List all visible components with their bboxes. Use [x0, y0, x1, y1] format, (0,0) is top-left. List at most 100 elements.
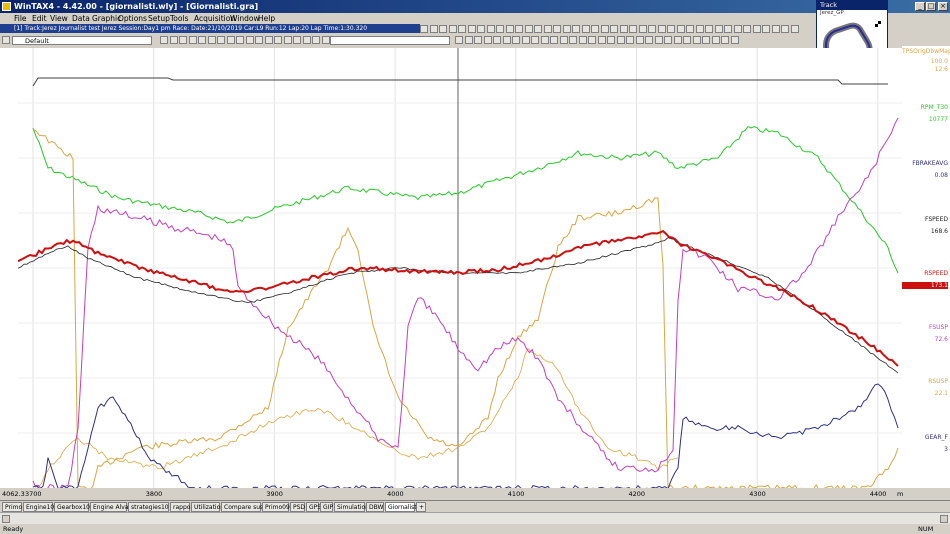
toolbar-button[interactable]	[188, 36, 197, 44]
toolbar-button[interactable]	[648, 25, 656, 33]
toolbar-button[interactable]	[724, 25, 732, 33]
toolbar-button[interactable]	[667, 25, 675, 33]
menu-tools[interactable]: Tools	[170, 13, 188, 24]
toolbar-button[interactable]	[505, 25, 514, 33]
menu-help[interactable]: Help	[258, 13, 275, 24]
tab-utilization[interactable]: Utilization	[191, 502, 224, 512]
menu-view[interactable]: View	[50, 13, 68, 24]
toolbar-button[interactable]	[664, 36, 672, 44]
toolbar-button[interactable]	[610, 25, 618, 33]
toolbar-button[interactable]	[676, 25, 685, 33]
toolbar-button[interactable]	[226, 36, 235, 44]
toolbar-button[interactable]	[198, 36, 206, 44]
toolbar-button[interactable]	[569, 36, 577, 44]
toolbar-button[interactable]	[2, 36, 10, 44]
toolbar-button[interactable]	[705, 25, 713, 33]
toolbar-button[interactable]	[543, 25, 552, 33]
toolbar-button[interactable]	[477, 25, 485, 33]
toolbar-button[interactable]	[207, 36, 216, 44]
telemetry-plot[interactable]	[17, 48, 902, 492]
toolbar-button[interactable]	[657, 25, 666, 33]
toolbar-button[interactable]	[274, 36, 282, 44]
toolbar-button[interactable]	[686, 25, 694, 33]
menu-window[interactable]: Window	[230, 13, 260, 24]
tab-dbw[interactable]: DBW	[366, 502, 384, 512]
toolbar-button[interactable]	[626, 36, 634, 44]
toolbar-button[interactable]	[597, 36, 606, 44]
toolbar-button[interactable]	[264, 36, 273, 44]
menu-setup[interactable]: Setup	[148, 13, 170, 24]
toolbar-button[interactable]	[524, 25, 533, 33]
toolbar-button[interactable]	[654, 36, 663, 44]
menu-edit[interactable]: Edit	[32, 13, 47, 24]
toolbar-button[interactable]	[236, 36, 244, 44]
tab--[interactable]: +	[416, 502, 426, 512]
toolbar-button[interactable]	[673, 36, 682, 44]
menu-file[interactable]: File	[14, 13, 27, 24]
toolbar-button[interactable]	[521, 36, 530, 44]
toolbar-button[interactable]	[245, 36, 254, 44]
tab-gps[interactable]: GPS	[306, 502, 321, 512]
minimize-button[interactable]: _	[915, 2, 925, 11]
toolbar-button[interactable]	[638, 25, 647, 33]
toolbar-button[interactable]	[619, 25, 628, 33]
tab-gip[interactable]: GIP	[320, 502, 333, 512]
toolbar-button[interactable]	[695, 25, 704, 33]
toolbar-button[interactable]	[439, 25, 447, 33]
toolbar-button[interactable]	[169, 36, 178, 44]
toolbar-button[interactable]	[762, 25, 770, 33]
tab-gearbox10[interactable]: Gearbox10	[54, 502, 90, 512]
menu-acquisition[interactable]: Acquisition	[194, 13, 235, 24]
toolbar-button[interactable]	[455, 36, 463, 44]
toolbar-button[interactable]	[588, 36, 596, 44]
toolbar-button[interactable]	[496, 25, 504, 33]
toolbar-button[interactable]	[781, 25, 789, 33]
toolbar-button[interactable]	[790, 25, 799, 33]
toolbar-button[interactable]	[293, 36, 301, 44]
toolbar-button[interactable]	[771, 25, 780, 33]
menu-data[interactable]: Data	[72, 13, 90, 24]
tab-compare-susp[interactable]: Compare susp	[221, 502, 267, 512]
toolbar-button[interactable]	[607, 36, 615, 44]
toolbar-button[interactable]	[429, 25, 438, 33]
toolbar-button[interactable]	[683, 36, 691, 44]
toolbar-button[interactable]	[752, 25, 761, 33]
toolbar-button[interactable]	[572, 25, 580, 33]
toolbar-button[interactable]	[616, 36, 625, 44]
tab-primo09[interactable]: Primo09	[262, 502, 290, 512]
toolbar-button[interactable]	[591, 25, 599, 33]
tab-giornalisti[interactable]: Giornalisti	[385, 502, 418, 512]
toolbar-button[interactable]	[217, 36, 225, 44]
toolbar-button[interactable]	[733, 25, 742, 33]
toolbar-button[interactable]	[531, 36, 539, 44]
toolbar-button[interactable]	[312, 36, 320, 44]
tab-engine10[interactable]: Engine10	[23, 502, 54, 512]
toolbar-button[interactable]	[486, 25, 495, 33]
menu-graphic[interactable]: Graphic	[92, 13, 121, 24]
toolbar-button[interactable]	[160, 36, 168, 44]
toolbar-button[interactable]	[714, 25, 723, 33]
toolbar-button[interactable]	[550, 36, 558, 44]
toolbar-button[interactable]	[493, 36, 501, 44]
tab-psd[interactable]: PSD	[290, 502, 305, 512]
toolbar-button[interactable]	[321, 36, 330, 44]
toolbar-button[interactable]	[730, 36, 739, 44]
channel-combo[interactable]	[330, 36, 450, 45]
toolbar-button[interactable]	[512, 36, 520, 44]
toolbar-button[interactable]	[467, 25, 476, 33]
toolbar-button[interactable]	[515, 25, 523, 33]
tab-engine-alvaa[interactable]: Engine Alvaa	[90, 502, 132, 512]
toolbar-button[interactable]	[483, 36, 492, 44]
toolbar-button[interactable]	[255, 36, 263, 44]
toolbar-button[interactable]	[553, 25, 561, 33]
menu-options[interactable]: Options	[118, 13, 147, 24]
close-button[interactable]: ×	[938, 2, 948, 11]
toolbar-button[interactable]	[581, 25, 590, 33]
toolbar-button[interactable]	[420, 25, 428, 33]
toolbar-button[interactable]	[711, 36, 720, 44]
toolbar-button[interactable]	[474, 36, 482, 44]
toolbar-button[interactable]	[692, 36, 701, 44]
toolbar-button[interactable]	[534, 25, 542, 33]
toolbar-button[interactable]	[743, 25, 751, 33]
toolbar-button[interactable]	[540, 36, 549, 44]
